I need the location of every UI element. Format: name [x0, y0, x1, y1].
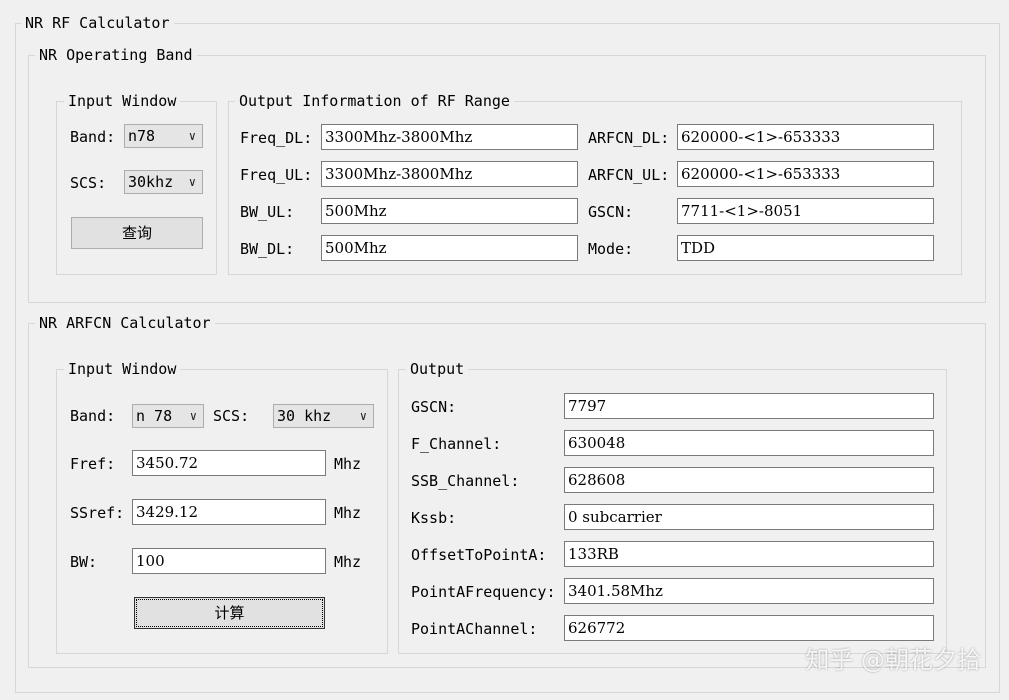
query-button[interactable]: 查询 [71, 217, 203, 249]
kssb-label: Kssb: [411, 509, 457, 527]
freq-ul-label: Freq_UL: [240, 166, 313, 184]
band-input-title: Input Window [64, 92, 181, 110]
mode-field[interactable]: TDD [677, 235, 934, 261]
fref-field[interactable]: 3450.72 [132, 450, 326, 476]
bw-unit: Mhz [334, 553, 362, 571]
calculate-button[interactable]: 计算 [134, 597, 325, 629]
chevron-down-icon: ∨ [188, 175, 196, 189]
point-a-channel-field[interactable]: 626772 [564, 615, 934, 641]
arfcn-dl-label: ARFCN_DL: [588, 129, 670, 147]
arfcn-dl-field[interactable]: 620000-<1>-653333 [677, 124, 934, 150]
band-select[interactable]: n78 ∨ [124, 124, 203, 148]
f-channel-field[interactable]: 630048 [564, 430, 934, 456]
scs-select[interactable]: 30khz ∨ [124, 170, 203, 194]
gscn-range-field[interactable]: 7711-<1>-8051 [677, 198, 934, 224]
operating-band-title: NR Operating Band [35, 46, 197, 64]
point-a-frequency-label: PointAFrequency: [411, 583, 556, 601]
ssb-channel-label: SSB_Channel: [411, 472, 520, 490]
gscn-output-label: GSCN: [411, 398, 457, 416]
chevron-down-icon: ∨ [359, 409, 367, 423]
offset-to-point-a-label: OffsetToPointA: [411, 546, 547, 564]
watermark: 知乎 @朝花夕拾 [805, 646, 981, 674]
arfcn-scs-label: SCS: [213, 407, 250, 425]
rf-output-title: Output Information of RF Range [235, 92, 514, 110]
bw-field[interactable]: 100 [132, 548, 326, 574]
chevron-down-icon: ∨ [189, 409, 197, 423]
bw-label: BW: [70, 553, 98, 571]
freq-dl-label: Freq_DL: [240, 129, 313, 147]
freq-dl-field[interactable]: 3300Mhz-3800Mhz [321, 124, 578, 150]
chevron-down-icon: ∨ [188, 129, 196, 143]
ssref-label: SSref: [70, 504, 125, 522]
point-a-frequency-field[interactable]: 3401.58Mhz [564, 578, 934, 604]
arfcn-scs-select[interactable]: 30 khz ∨ [273, 404, 374, 428]
arfcn-ul-label: ARFCN_UL: [588, 166, 670, 184]
arfcn-input-title: Input Window [64, 360, 181, 378]
ssref-unit: Mhz [334, 504, 362, 522]
f-channel-label: F_Channel: [411, 435, 502, 453]
ssref-field[interactable]: 3429.12 [132, 499, 326, 525]
bw-dl-label: BW_DL: [240, 240, 295, 258]
bw-dl-field[interactable]: 500Mhz [321, 235, 578, 261]
scs-select-value: 30khz [128, 173, 174, 191]
gscn-output-field[interactable]: 7797 [564, 393, 934, 419]
arfcn-band-label: Band: [70, 407, 116, 425]
kssb-field[interactable]: 0 subcarrier [564, 504, 934, 530]
ssb-channel-field[interactable]: 628608 [564, 467, 934, 493]
bw-ul-label: BW_UL: [240, 203, 295, 221]
bw-ul-field[interactable]: 500Mhz [321, 198, 578, 224]
fref-label: Fref: [70, 455, 116, 473]
arfcn-calculator-title: NR ARFCN Calculator [35, 314, 215, 332]
app-title: NR RF Calculator [21, 14, 174, 32]
point-a-channel-label: PointAChannel: [411, 620, 538, 638]
arfcn-band-select-value: n 78 [136, 407, 173, 425]
fref-unit: Mhz [334, 455, 362, 473]
freq-ul-field[interactable]: 3300Mhz-3800Mhz [321, 161, 578, 187]
arfcn-ul-field[interactable]: 620000-<1>-653333 [677, 161, 934, 187]
band-label: Band: [70, 128, 116, 146]
arfcn-scs-select-value: 30 khz [277, 407, 332, 425]
gscn-label: GSCN: [588, 203, 634, 221]
band-select-value: n78 [128, 127, 156, 145]
scs-label: SCS: [70, 174, 107, 192]
offset-to-point-a-field[interactable]: 133RB [564, 541, 934, 567]
arfcn-output-title: Output [406, 360, 469, 378]
mode-label: Mode: [588, 240, 634, 258]
arfcn-band-select[interactable]: n 78 ∨ [132, 404, 204, 428]
